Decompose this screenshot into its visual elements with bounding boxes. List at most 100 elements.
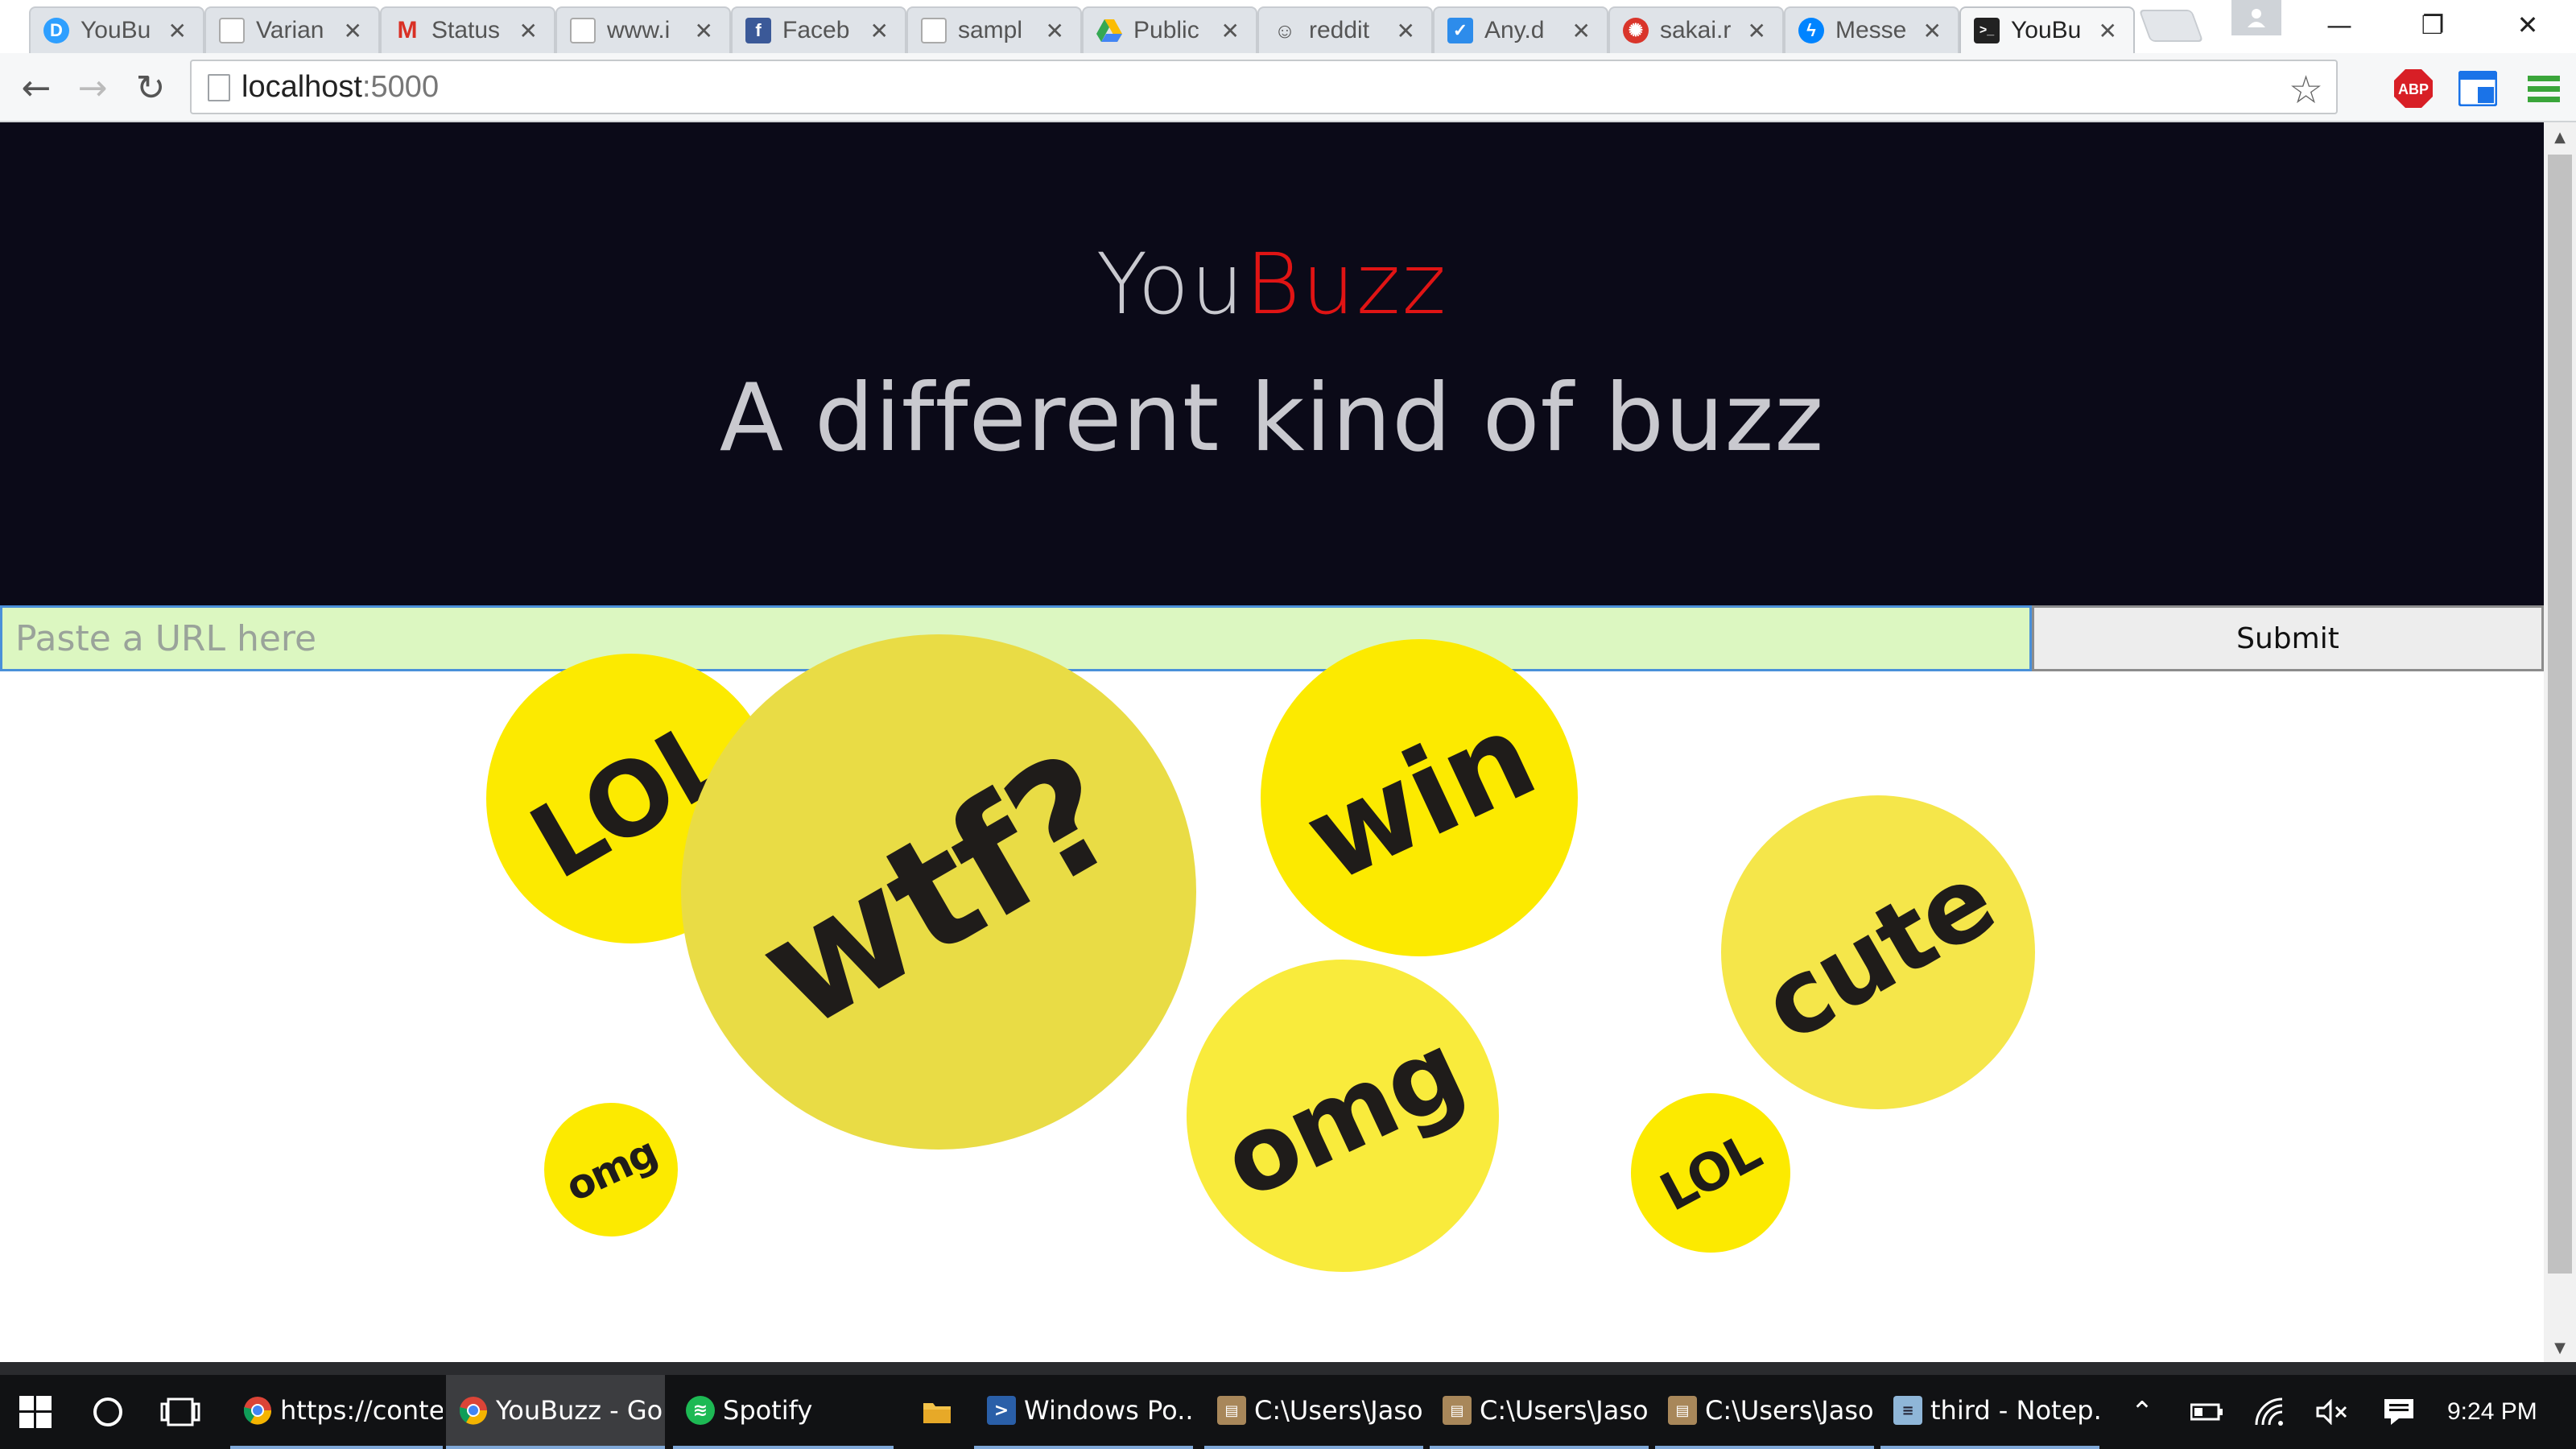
- taskbar-item[interactable]: ≋ Spotify: [673, 1375, 894, 1449]
- bubble-lol-small[interactable]: LOL: [1631, 1093, 1790, 1253]
- close-icon[interactable]: ✕: [2099, 18, 2117, 44]
- profile-button[interactable]: [2231, 0, 2281, 35]
- task-view-icon: [160, 1397, 200, 1426]
- close-icon[interactable]: ✕: [344, 18, 362, 44]
- page-icon: [208, 74, 230, 101]
- scroll-down-arrow[interactable]: ▼: [2544, 1333, 2576, 1362]
- tab[interactable]: Varian ✕: [204, 6, 380, 53]
- new-tab-button[interactable]: [2138, 10, 2204, 42]
- tab-title: Faceb: [782, 17, 850, 43]
- show-hidden-icons-button[interactable]: ⌃: [2122, 1375, 2162, 1449]
- powershell-icon: >: [987, 1396, 1016, 1425]
- minimize-button[interactable]: —: [2299, 5, 2380, 45]
- close-icon[interactable]: ✕: [1923, 18, 1942, 44]
- taskbar-item[interactable]: ≡ third - Notep...: [1880, 1375, 2099, 1449]
- bubble-word: win: [1285, 686, 1554, 910]
- folder-icon: [923, 1397, 952, 1426]
- tab[interactable]: M Status ✕: [380, 6, 555, 53]
- forward-button[interactable]: →: [71, 66, 114, 109]
- taskbar-item[interactable]: ▤ C:\Users\Jaso...: [1430, 1375, 1649, 1449]
- taskbar-item-label: C:\Users\Jaso...: [1705, 1395, 1874, 1426]
- tab[interactable]: ☺ reddit ✕: [1257, 6, 1433, 53]
- bubble-win[interactable]: win: [1261, 639, 1578, 956]
- battery-icon[interactable]: [2186, 1375, 2227, 1449]
- tagline: A different kind of buzz: [719, 364, 1825, 473]
- console-icon: ▤: [1668, 1396, 1697, 1425]
- bubble-omg[interactable]: omg: [1187, 960, 1499, 1272]
- cortana-icon: [93, 1397, 122, 1426]
- close-window-button[interactable]: ✕: [2487, 5, 2568, 45]
- tab[interactable]: ✺ sakai.r ✕: [1608, 6, 1784, 53]
- back-button[interactable]: ←: [14, 66, 58, 109]
- tab[interactable]: f Faceb ✕: [731, 6, 906, 53]
- tab-title: sakai.r: [1660, 17, 1732, 43]
- hero-banner: YouBuzz A different kind of buzz: [0, 122, 2544, 605]
- taskbar-item[interactable]: ▤ C:\Users\Jaso...: [1204, 1375, 1423, 1449]
- page-icon: [219, 18, 245, 43]
- taskbar-item[interactable]: https://conte...: [230, 1375, 443, 1449]
- taskbar-item-label: third - Notep...: [1930, 1395, 2099, 1426]
- tab[interactable]: Public ✕: [1082, 6, 1257, 53]
- tab-active[interactable]: >_ YouBu ✕: [1959, 6, 2135, 53]
- bookmark-star-icon[interactable]: ☆: [2289, 68, 2323, 113]
- bubble-word: LOL: [1651, 1122, 1770, 1224]
- close-icon[interactable]: ✕: [1046, 18, 1064, 44]
- taskbar-clock[interactable]: 9:24 PM: [2447, 1375, 2537, 1449]
- close-icon[interactable]: ✕: [1748, 18, 1766, 44]
- messenger-icon: ϟ: [1798, 18, 1824, 43]
- windows-logo-icon: [19, 1396, 52, 1428]
- bubble-cute[interactable]: cute: [1721, 795, 2035, 1109]
- close-icon[interactable]: ✕: [1572, 18, 1591, 44]
- tab[interactable]: sampl ✕: [906, 6, 1082, 53]
- bubble-omg-small[interactable]: omg: [544, 1103, 678, 1236]
- address-bar[interactable]: localhost:5000 ☆: [190, 60, 2338, 114]
- tab[interactable]: D YouBu ✕: [29, 6, 204, 53]
- task-view-button[interactable]: [156, 1375, 204, 1449]
- brand-you: You: [1096, 235, 1246, 333]
- page-icon: [921, 18, 947, 43]
- close-icon[interactable]: ✕: [1397, 18, 1415, 44]
- person-icon: [2248, 9, 2265, 27]
- facebook-icon: f: [745, 18, 771, 43]
- close-icon[interactable]: ✕: [519, 18, 538, 44]
- adblock-plus-button[interactable]: ABP: [2392, 68, 2434, 109]
- tab[interactable]: ϟ Messe ✕: [1784, 6, 1959, 53]
- close-icon[interactable]: ✕: [168, 18, 187, 44]
- reload-button[interactable]: ↻: [129, 66, 172, 109]
- tab-title: reddit: [1309, 17, 1370, 43]
- restore-button[interactable]: ❐: [2392, 5, 2473, 45]
- abp-label: ABP: [2398, 81, 2429, 97]
- bubble-word: wtf?: [730, 718, 1147, 1066]
- scrollbar-thumb[interactable]: [2548, 155, 2572, 1274]
- taskbar-item[interactable]: > Windows Po...: [974, 1375, 1193, 1449]
- spotify-icon: ≋: [686, 1396, 715, 1425]
- submit-button[interactable]: Submit: [2032, 605, 2544, 671]
- tab-title: Varian: [256, 17, 324, 43]
- taskbar-item[interactable]: YouBuzz - Go...: [446, 1375, 665, 1449]
- close-icon[interactable]: ✕: [870, 18, 889, 44]
- volume-muted-icon[interactable]: [2312, 1375, 2352, 1449]
- taskbar-item[interactable]: [910, 1375, 971, 1449]
- tab[interactable]: www.i ✕: [555, 6, 731, 53]
- cortana-button[interactable]: [84, 1375, 132, 1449]
- tab[interactable]: ✓ Any.d ✕: [1433, 6, 1608, 53]
- wifi-icon[interactable]: [2251, 1375, 2291, 1449]
- arrow-right-icon: →: [77, 67, 108, 109]
- taskbar-item-label: C:\Users\Jaso...: [1480, 1395, 1649, 1426]
- taskbar-item-label: Windows Po...: [1024, 1395, 1193, 1426]
- taskbar-item[interactable]: ▤ C:\Users\Jaso...: [1655, 1375, 1874, 1449]
- taskbar-item-label: https://conte...: [280, 1395, 443, 1426]
- bubble-wtf[interactable]: wtf?: [681, 634, 1196, 1150]
- close-icon[interactable]: ✕: [1221, 18, 1240, 44]
- menu-button[interactable]: [2523, 68, 2565, 109]
- windows-start-button[interactable]: [11, 1375, 60, 1449]
- page-icon: [570, 18, 596, 43]
- scroll-up-arrow[interactable]: ▲: [2544, 122, 2576, 151]
- vertical-scrollbar[interactable]: ▲ ▼: [2544, 122, 2576, 1362]
- tab-title: sampl: [958, 17, 1023, 43]
- tab-title: Status: [431, 17, 501, 43]
- window-extension-button[interactable]: [2457, 68, 2499, 109]
- tab-title: Any.d: [1484, 17, 1545, 43]
- action-center-icon[interactable]: [2376, 1375, 2421, 1449]
- close-icon[interactable]: ✕: [695, 18, 713, 44]
